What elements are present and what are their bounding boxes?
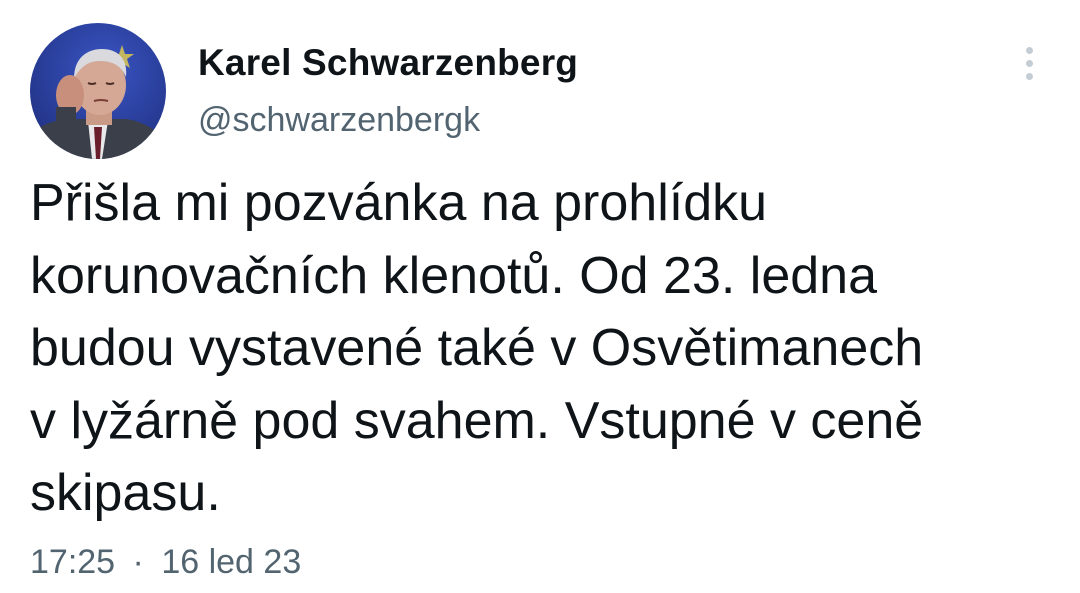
tweet-text-line: v lyžárně pod svahem. Vstupné v ceně bbox=[30, 391, 924, 450]
author-handle[interactable]: @schwarzenbergk bbox=[198, 101, 480, 140]
more-vertical-icon bbox=[1026, 73, 1033, 80]
more-vertical-icon bbox=[1026, 47, 1033, 54]
tweet-text-line: skipasu. bbox=[30, 464, 221, 522]
tweet-date: 16 led 23 bbox=[161, 543, 302, 581]
tweet-text-line: Přišla mi pozvánka na prohlídku bbox=[30, 174, 768, 232]
tweet-time: 17:25 bbox=[30, 543, 116, 581]
avatar-photo-icon bbox=[30, 23, 166, 159]
tweet-card: Karel Schwarzenberg @schwarzenbergk Přiš… bbox=[0, 0, 1080, 593]
tweet-text-line: budou vystavené také v Osvětimanech bbox=[30, 319, 924, 377]
author-avatar[interactable] bbox=[30, 23, 166, 159]
more-options-button[interactable] bbox=[1010, 40, 1050, 86]
tweet-text-line: korunovačních klenotů. Od 23. ledna bbox=[30, 246, 878, 305]
tweet-timestamp[interactable]: 17:25 · 16 led 23 bbox=[30, 543, 301, 582]
tweet-text: Přišla mi pozvánka na prohlídku korunova… bbox=[30, 167, 1040, 530]
meta-separator: · bbox=[132, 543, 144, 581]
author-display-name[interactable]: Karel Schwarzenberg bbox=[198, 42, 578, 84]
more-vertical-icon bbox=[1026, 60, 1033, 67]
